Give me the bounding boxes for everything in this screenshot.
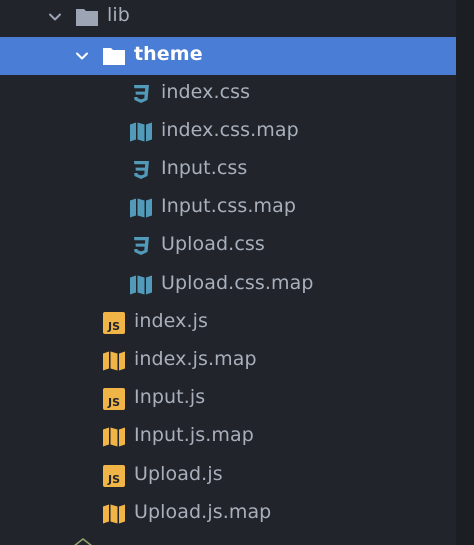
css3-icon	[134, 237, 149, 255]
map-icon	[130, 198, 152, 218]
tree-file-index-js[interactable]: JS index.js	[0, 304, 456, 342]
tree-file-upload-css-map[interactable]: Upload.css.map	[0, 266, 456, 304]
tree-item-label: lib	[107, 4, 130, 26]
tree-item-label: Input.js	[134, 386, 206, 408]
map-icon	[103, 427, 125, 447]
tree-item-label: Upload.js	[134, 463, 223, 485]
tree-file-index-css-map[interactable]: index.css.map	[0, 113, 456, 151]
chevron-down-icon[interactable]	[48, 10, 62, 24]
map-icon	[130, 122, 152, 142]
tree-file-upload-css[interactable]: Upload.css	[0, 227, 456, 265]
tree-file-upload-js-map[interactable]: Upload.js.map	[0, 495, 456, 533]
js-file-icon: JS	[103, 388, 125, 410]
file-tree-panel: lib theme index.css index.css.map Input.…	[0, 0, 474, 545]
tree-file-index-css[interactable]: index.css	[0, 75, 456, 113]
tree-item-label: index.js.map	[134, 348, 257, 370]
tree-file-input-js-map[interactable]: Input.js.map	[0, 418, 456, 456]
js-badge-text: JS	[107, 320, 120, 333]
tree-item-label: index.css.map	[161, 119, 299, 141]
tree-item-label: index.css	[161, 81, 251, 103]
tree-item-label: Input.js.map	[134, 424, 254, 446]
tree-folder-theme[interactable]: theme	[0, 37, 456, 75]
tree-item-label: index.js	[134, 310, 208, 332]
css3-icon	[134, 161, 149, 179]
js-badge-text: JS	[107, 473, 120, 486]
panel-edge	[456, 0, 474, 545]
tree-folder-lib[interactable]: lib	[0, 0, 456, 36]
map-icon	[103, 351, 125, 371]
js-file-icon: JS	[103, 465, 125, 487]
css3-icon	[134, 85, 149, 103]
js-file-icon: JS	[103, 312, 125, 334]
tree-item-label: Input.css	[161, 157, 248, 179]
map-icon	[103, 504, 125, 524]
chevron-down-icon[interactable]	[75, 49, 89, 63]
tree-file-input-js[interactable]: JS Input.js	[0, 380, 456, 418]
map-icon	[130, 275, 152, 295]
tree-file-input-css-map[interactable]: Input.css.map	[0, 189, 456, 227]
tree-item-label: Upload.css	[161, 233, 265, 255]
js-badge-text: JS	[107, 396, 120, 409]
tree-item-label: Upload.css.map	[161, 272, 314, 294]
tree-file-upload-js[interactable]: JS Upload.js	[0, 457, 456, 495]
folder-icon	[103, 48, 125, 65]
partial-file-icon	[73, 538, 93, 545]
tree-file-index-js-map[interactable]: index.js.map	[0, 342, 456, 380]
folder-icon	[76, 9, 98, 26]
tree-file-input-css[interactable]: Input.css	[0, 151, 456, 189]
tree-item-label: Upload.js.map	[134, 501, 272, 523]
tree-item-label: Input.css.map	[161, 195, 297, 217]
tree-item-label: theme	[134, 43, 203, 65]
